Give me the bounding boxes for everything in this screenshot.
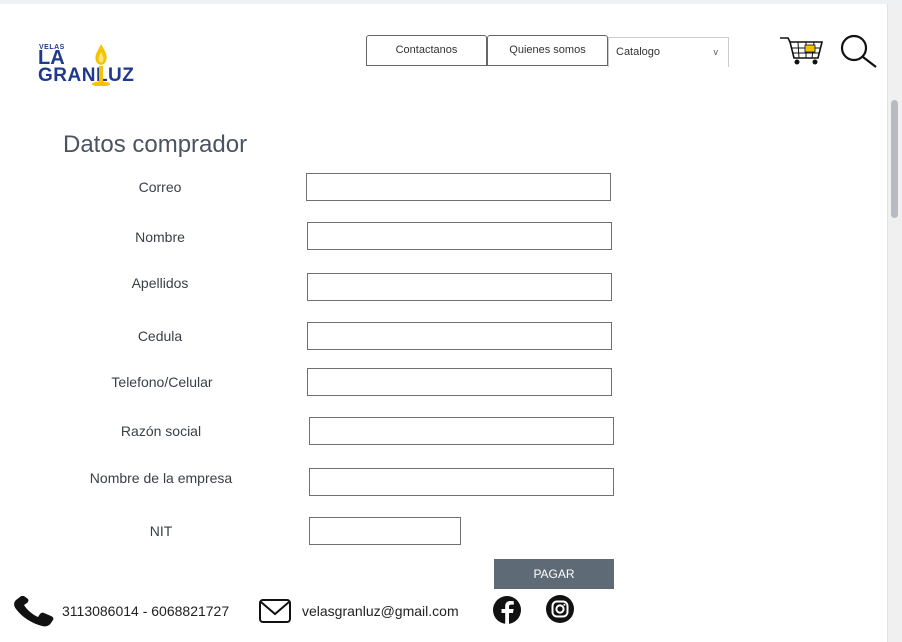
pay-button[interactable]: PAGAR — [494, 559, 614, 589]
vertical-scrollbar[interactable] — [887, 4, 902, 642]
nit-field[interactable] — [309, 517, 461, 545]
logo-granluz-text: GRANLUZ — [38, 65, 135, 86]
candle-flame-icon — [92, 44, 110, 86]
scrollbar-thumb[interactable] — [891, 100, 898, 218]
lastname-field[interactable] — [307, 273, 612, 301]
about-us-button[interactable]: Quienes somos — [487, 35, 608, 66]
facebook-icon[interactable] — [490, 595, 524, 625]
search-icon[interactable] — [836, 33, 880, 69]
field-label-phone: Telefono/Celular — [111, 374, 213, 390]
chevron-down-icon: v — [713, 47, 719, 57]
contact-button[interactable]: Contactanos — [366, 35, 487, 66]
catalog-select-value: Catalogo — [616, 46, 661, 58]
business-name-field[interactable] — [309, 417, 614, 445]
contact-phone-number: 3113086014 - 6068821727 — [62, 603, 230, 619]
mail-icon — [259, 599, 291, 623]
brand-logo[interactable]: VELAS LA GRANLUZ — [38, 42, 148, 90]
name-field[interactable] — [307, 222, 612, 250]
id-number-field[interactable] — [307, 322, 612, 350]
field-label-company-name: Nombre de la empresa — [89, 470, 233, 486]
contact-email[interactable]: velasgranluz@gmail.com — [302, 603, 459, 619]
page: VELAS LA GRANLUZ Contactanos Quienes som… — [0, 0, 902, 642]
instagram-icon[interactable] — [543, 594, 577, 624]
field-label-nit: NIT — [149, 523, 173, 539]
field-label-business-name: Razón social — [120, 423, 202, 439]
field-label-name: Nombre — [135, 229, 185, 245]
catalog-select[interactable]: Catalogo v — [608, 37, 729, 67]
field-label-lastname: Apellidos — [131, 275, 189, 291]
phone-icon — [14, 596, 54, 627]
phone-field[interactable] — [307, 368, 612, 396]
company-name-field[interactable] — [309, 468, 614, 496]
field-label-email: Correo — [138, 179, 182, 195]
email-field[interactable] — [306, 173, 611, 201]
shopping-cart-icon[interactable] — [778, 34, 828, 66]
field-label-id: Cedula — [137, 328, 183, 344]
page-title: Datos comprador — [63, 131, 248, 158]
top-strip — [0, 0, 902, 4]
